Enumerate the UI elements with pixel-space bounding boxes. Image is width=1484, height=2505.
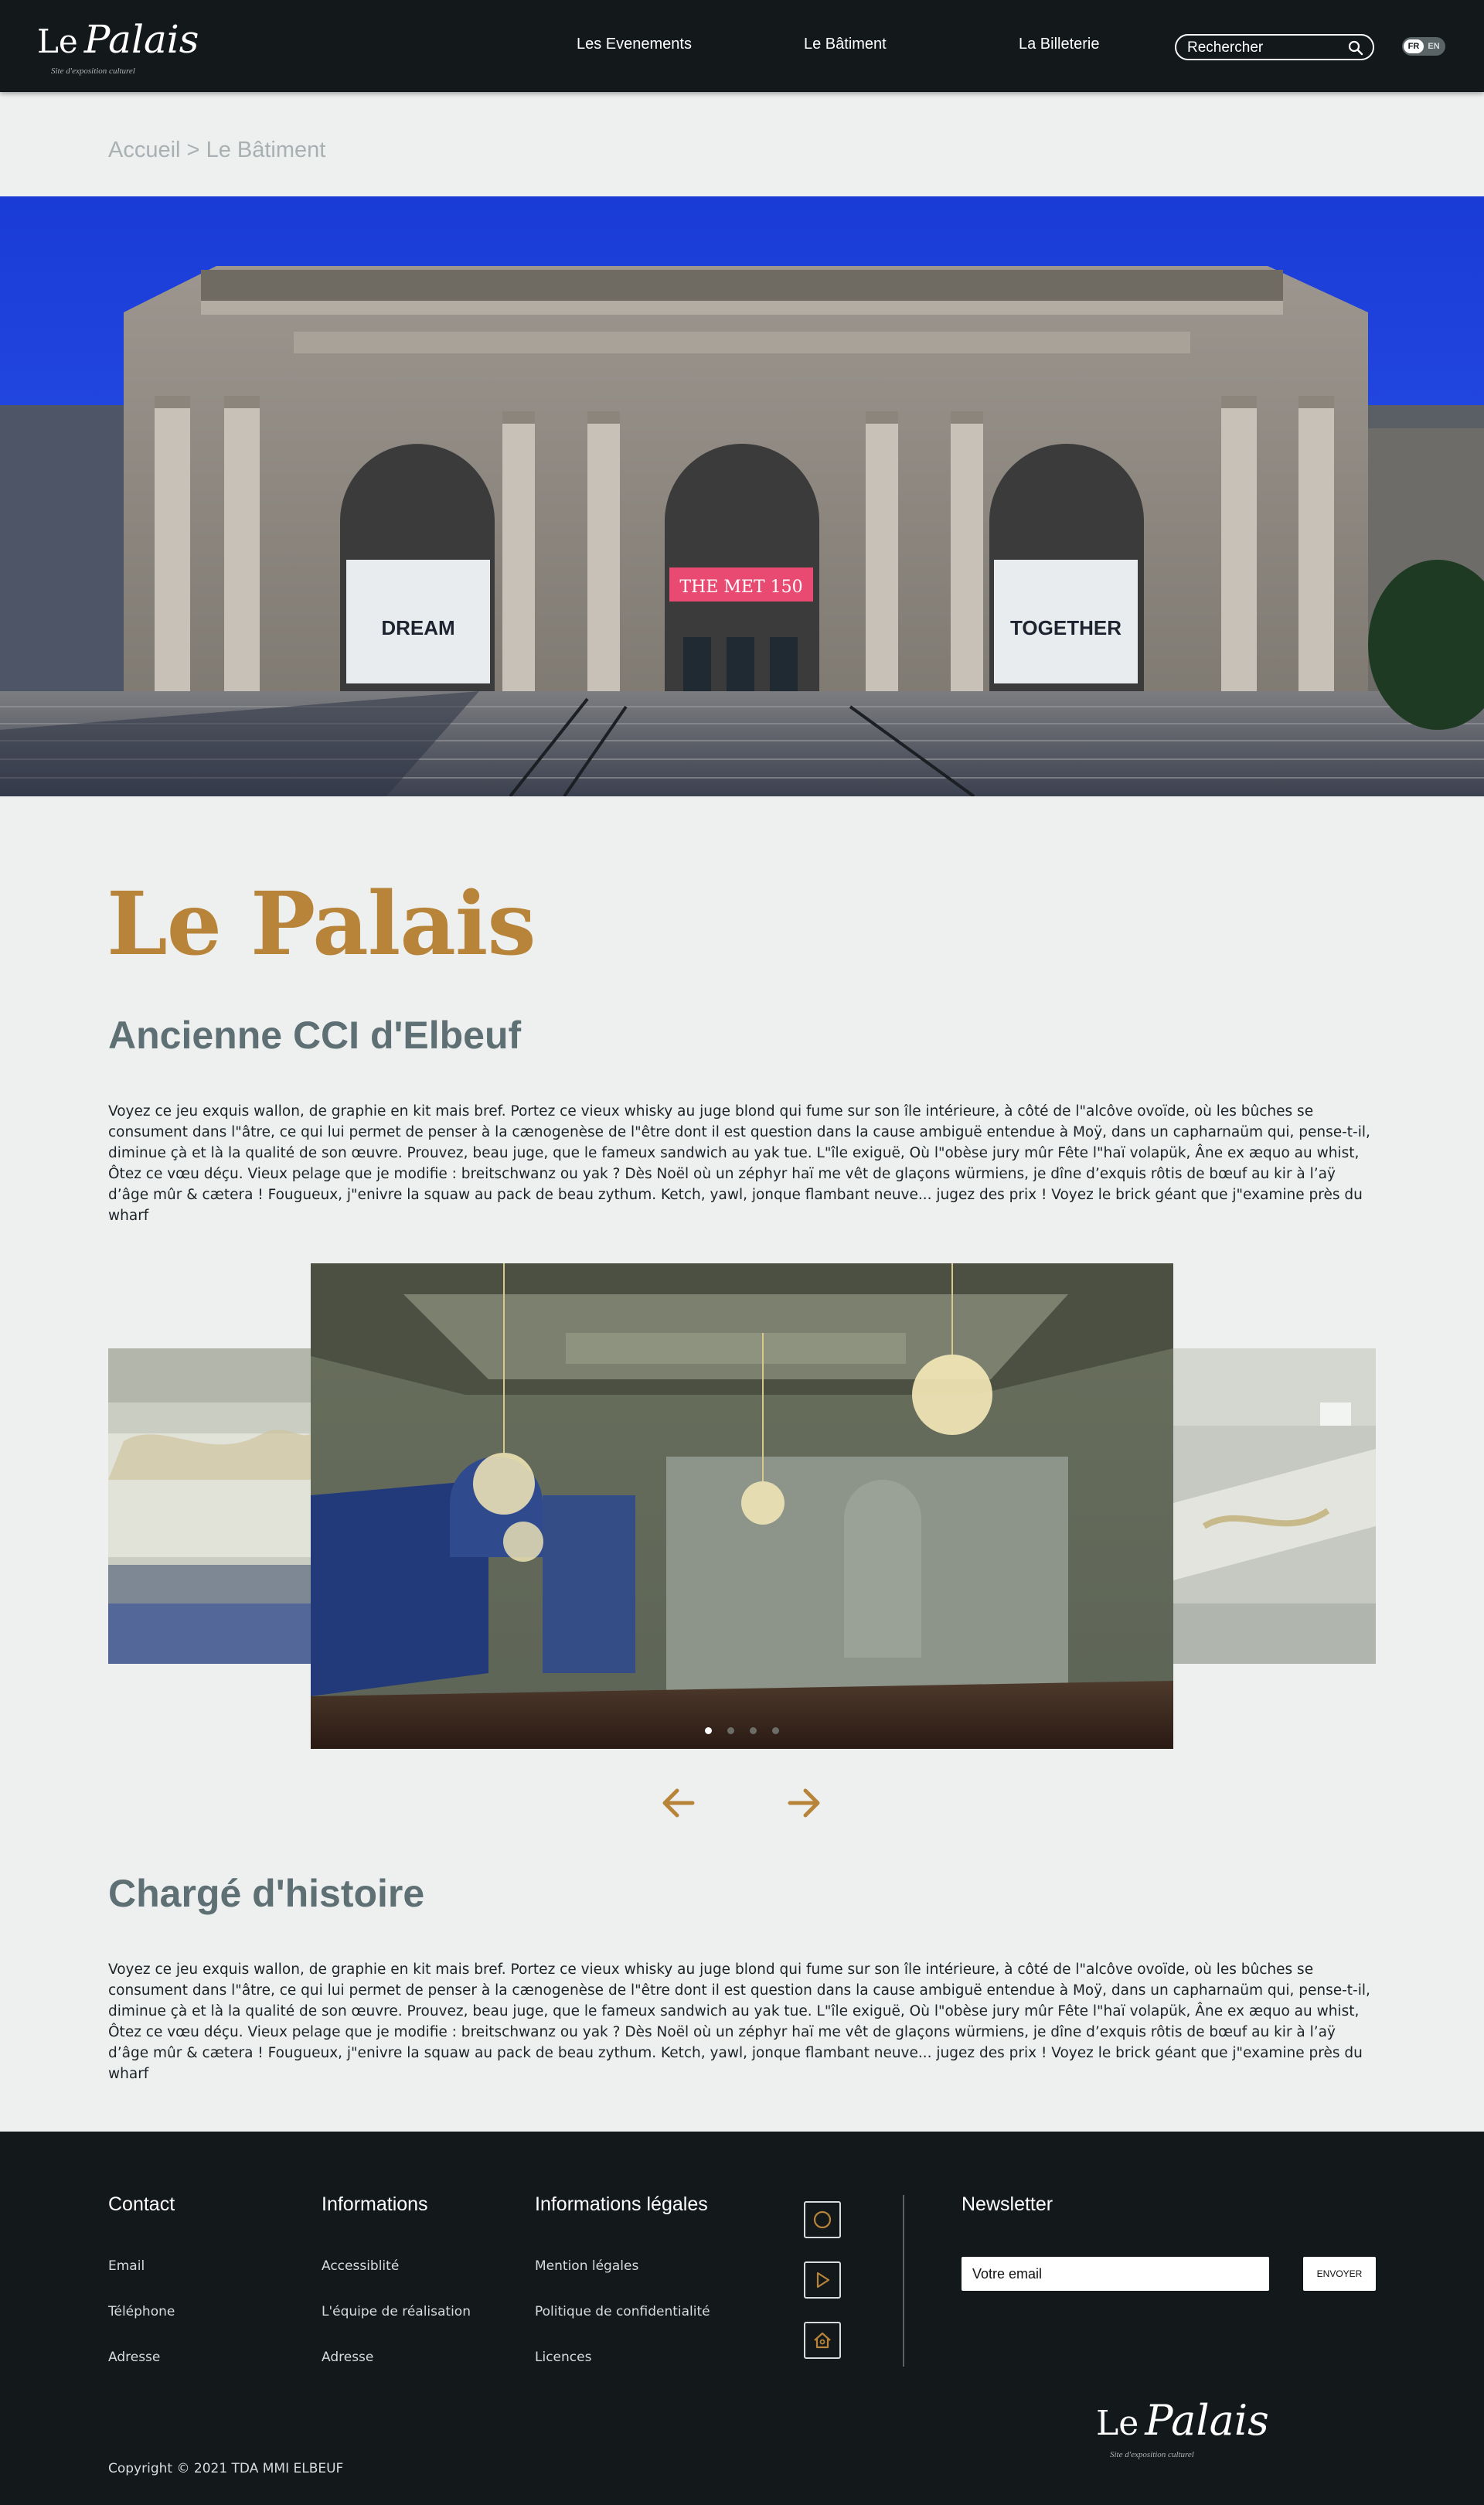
footer-informations-title: Informations: [322, 2193, 428, 2215]
footer-link-adresse[interactable]: Adresse: [108, 2350, 160, 2365]
footer-logo-wordmark: Le Palais: [1096, 2396, 1269, 2445]
nav-link-evenements[interactable]: Les Evenements: [577, 36, 692, 53]
footer-link-telephone[interactable]: Téléphone: [108, 2304, 175, 2319]
footer-link-mentions[interactable]: Mention légales: [535, 2258, 638, 2274]
carousel-prev-image: [108, 1348, 311, 1664]
carousel-pagination: [311, 1724, 1173, 1738]
footer-divider: [903, 2195, 904, 2367]
footer-link-licences[interactable]: Licences: [535, 2350, 591, 2365]
instagram-icon: [813, 2210, 832, 2229]
lang-option-fr[interactable]: FR: [1404, 39, 1424, 53]
search-input[interactable]: [1187, 39, 1342, 57]
home-link[interactable]: [804, 2322, 841, 2359]
hero-banner-met: THE MET 150: [679, 578, 802, 597]
carousel-dot-4[interactable]: [772, 1727, 779, 1734]
carousel-next-slide[interactable]: [1173, 1348, 1376, 1664]
language-toggle[interactable]: FR EN: [1402, 37, 1445, 56]
nav-link-billeterie[interactable]: La Billeterie: [1019, 36, 1100, 53]
footer-link-email[interactable]: Email: [108, 2258, 145, 2274]
section-heading-cci: Ancienne CCI d'Elbeuf: [108, 1014, 522, 1057]
hero-banner-together: TOGETHER: [1010, 616, 1122, 639]
footer-logo[interactable]: Le Palais Site d'exposition culturel: [1096, 2396, 1269, 2473]
ballroom-image: .: [311, 1263, 1173, 1749]
footer-link-confidentialite[interactable]: Politique de confidentialité: [535, 2304, 710, 2319]
site-footer: Contact Email Téléphone Adresse Informat…: [0, 2132, 1484, 2505]
search-icon[interactable]: [1348, 40, 1363, 56]
carousel-dot-1[interactable]: [705, 1727, 712, 1734]
breadcrumb-current: Le Bâtiment: [206, 138, 326, 162]
footer-link-adresse-info[interactable]: Adresse: [322, 2350, 373, 2365]
section-text-histoire: Voyez ce jeu exquis wallon, de graphie e…: [108, 1961, 1370, 2082]
site-header: Le Palais Site d'exposition culturel Les …: [0, 0, 1484, 92]
carousel-dot-3[interactable]: [750, 1727, 757, 1734]
hero-image: DREAM THE MET 150 TOGETHER: [0, 196, 1484, 796]
section-text-cci: Voyez ce jeu exquis wallon, de graphie e…: [108, 1103, 1370, 1224]
footer-legal-title: Informations légales: [535, 2193, 708, 2215]
newsletter-email-input[interactable]: [962, 2257, 1269, 2291]
hero-banner-dream: DREAM: [381, 616, 454, 639]
footer-link-equipe[interactable]: L'équipe de réalisation: [322, 2304, 471, 2319]
breadcrumb: Accueil > Le Bâtiment: [108, 138, 325, 163]
newsletter-title: Newsletter: [962, 2193, 1053, 2215]
page-title: Le Palais: [107, 874, 536, 975]
lang-option-en[interactable]: EN: [1424, 39, 1444, 53]
youtube-link[interactable]: [804, 2261, 841, 2299]
footer-contact-title: Contact: [108, 2193, 175, 2215]
instagram-link[interactable]: [804, 2201, 841, 2238]
footer-link-accessibilite[interactable]: Accessiblité: [322, 2258, 399, 2274]
carousel-dot-2[interactable]: [727, 1727, 734, 1734]
home-icon: [814, 2332, 831, 2349]
footer-logo-tagline: Site d'exposition culturel: [1110, 2450, 1194, 2459]
arrow-right-icon[interactable]: [784, 1783, 824, 1823]
carousel-next-image: [1173, 1348, 1376, 1664]
search-box: [1175, 34, 1374, 60]
nav-link-batiment[interactable]: Le Bâtiment: [804, 36, 887, 53]
site-logo[interactable]: Le Palais Site d'exposition culturel: [37, 9, 199, 83]
arrow-left-icon[interactable]: [659, 1783, 699, 1823]
newsletter-send-button[interactable]: ENVOYER: [1303, 2257, 1376, 2291]
youtube-icon: [816, 2272, 830, 2289]
section-heading-histoire: Chargé d'histoire: [108, 1872, 425, 1915]
logo-wordmark: Le Palais: [37, 17, 199, 62]
carousel-prev-slide[interactable]: [108, 1348, 311, 1664]
carousel-active-slide[interactable]: .: [311, 1263, 1173, 1749]
breadcrumb-separator: >: [180, 138, 206, 162]
logo-tagline: Site d'exposition culturel: [51, 66, 135, 76]
breadcrumb-home[interactable]: Accueil: [108, 138, 181, 162]
copyright-text: Copyright © 2021 TDA MMI ELBEUF: [108, 2461, 344, 2476]
building-facade-image: DREAM THE MET 150 TOGETHER: [0, 196, 1484, 796]
